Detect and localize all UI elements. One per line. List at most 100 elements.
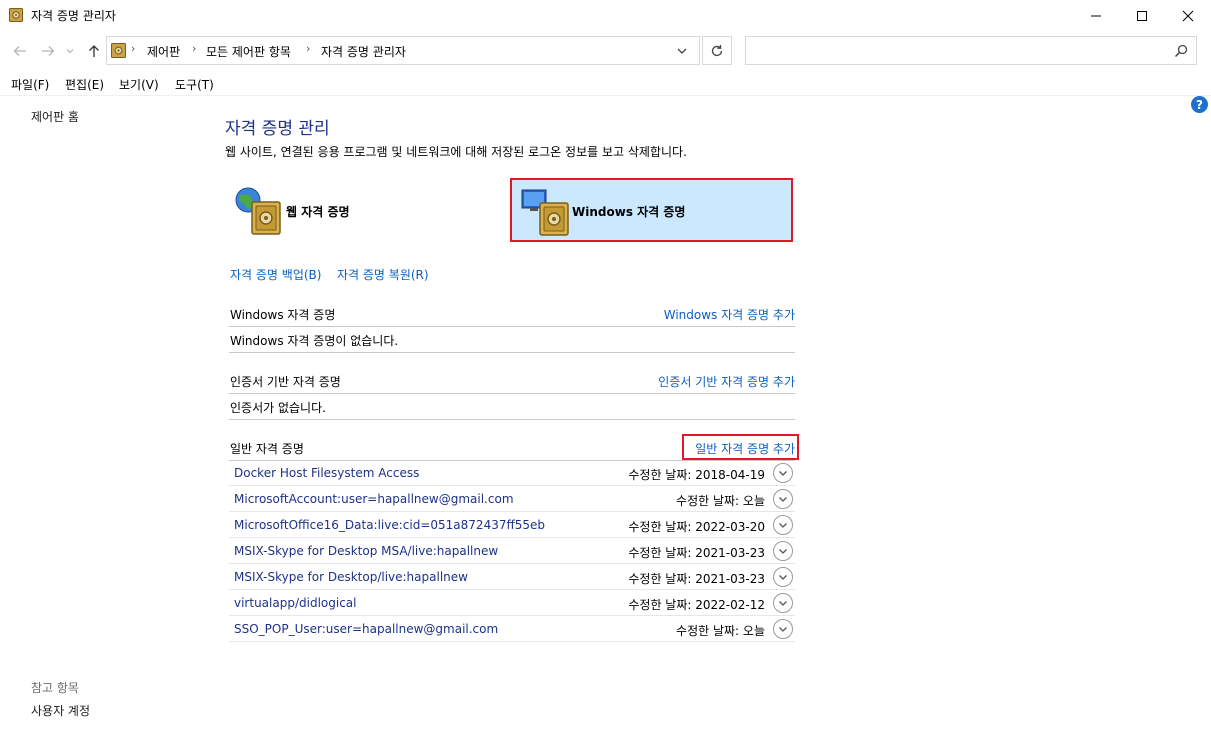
credential-name[interactable]: SSO_POP_User:user=hapallnew@gmail.com xyxy=(234,622,498,636)
help-icon[interactable]: ? xyxy=(1191,96,1208,113)
breadcrumb-credential-manager[interactable]: 자격 증명 관리자 xyxy=(321,43,406,60)
refresh-icon xyxy=(711,44,723,56)
chevron-down-icon xyxy=(779,601,787,606)
forward-button[interactable] xyxy=(39,42,57,60)
windows-credentials-section: Windows 자격 증명 Windows 자격 증명 추가 Windows 자… xyxy=(229,300,795,355)
breadcrumb-separator: › xyxy=(131,42,136,55)
certificate-credentials-section: 인증서 기반 자격 증명 인증서 기반 자격 증명 추가 인증서가 없습니다. xyxy=(229,367,795,422)
divider xyxy=(229,326,795,327)
expand-button[interactable] xyxy=(773,567,793,587)
divider xyxy=(0,95,1211,96)
chevron-down-icon xyxy=(779,627,787,632)
credential-manager-icon xyxy=(9,8,23,22)
modified-date: 수정한 날짜: 2021-03-23 xyxy=(628,546,765,560)
search-input[interactable] xyxy=(745,36,1197,65)
modified-date: 수정한 날짜: 2021-03-23 xyxy=(628,572,765,586)
backup-credentials-link[interactable]: 자격 증명 백업(B) xyxy=(230,266,321,283)
arrow-right-icon xyxy=(42,46,55,56)
navigation-bar: › 제어판 › 모든 제어판 항목 › 자격 증명 관리자 xyxy=(0,33,1211,69)
expand-button[interactable] xyxy=(773,515,793,535)
page-title: 자격 증명 관리 xyxy=(225,119,330,139)
windows-credentials-label: Windows 자격 증명 xyxy=(572,205,686,219)
add-certificate-credential-link[interactable]: 인증서 기반 자격 증명 추가 xyxy=(658,373,795,390)
control-panel-home-link[interactable]: 제어판 홈 xyxy=(31,108,79,125)
control-panel-icon xyxy=(111,43,126,58)
breadcrumb-control-panel[interactable]: 제어판 xyxy=(147,43,180,60)
chevron-down-icon xyxy=(779,523,787,528)
search-icon xyxy=(1174,44,1188,58)
section-title: 일반 자격 증명 xyxy=(230,442,304,456)
divider xyxy=(229,393,795,394)
empty-message: 인증서가 없습니다. xyxy=(230,401,326,415)
modified-date: 수정한 날짜: 오늘 xyxy=(676,494,765,508)
minimize-button[interactable] xyxy=(1073,0,1119,31)
credential-name[interactable]: MSIX-Skype for Desktop/live:hapallnew xyxy=(234,570,468,584)
windows-credentials-tile[interactable]: Windows 자격 증명 xyxy=(510,178,793,242)
back-button[interactable] xyxy=(11,42,29,60)
chevron-down-icon xyxy=(779,497,787,502)
chevron-down-icon xyxy=(779,471,787,476)
table-row[interactable]: MicrosoftAccount:user=hapallnew@gmail.co… xyxy=(229,486,795,512)
table-row[interactable]: MicrosoftOffice16_Data:live:cid=051a8724… xyxy=(229,512,795,538)
table-row[interactable]: SSO_POP_User:user=hapallnew@gmail.com 수정한… xyxy=(229,616,795,642)
modified-date: 수정한 날짜: 2022-02-12 xyxy=(628,598,765,612)
table-row[interactable]: Docker Host Filesystem Access 수정한 날짜: 201… xyxy=(229,460,795,486)
window-title: 자격 증명 관리자 xyxy=(31,9,116,23)
maximize-button[interactable] xyxy=(1119,0,1165,31)
menu-file[interactable]: 파일(F) xyxy=(11,76,49,93)
modified-date: 수정한 날짜: 오늘 xyxy=(676,624,765,638)
maximize-icon xyxy=(1137,10,1147,21)
add-windows-credential-link[interactable]: Windows 자격 증명 추가 xyxy=(664,306,795,323)
expand-button[interactable] xyxy=(773,489,793,509)
close-icon xyxy=(1182,10,1194,21)
table-row[interactable]: MSIX-Skype for Desktop/live:hapallnew 수정한… xyxy=(229,564,795,590)
menu-tools[interactable]: 도구(T) xyxy=(175,76,214,93)
refresh-button[interactable] xyxy=(702,36,732,65)
section-title: Windows 자격 증명 xyxy=(230,308,336,322)
page-description: 웹 사이트, 연결된 응용 프로그램 및 네트워크에 대해 저장된 로그온 정보… xyxy=(225,145,687,159)
arrow-left-icon xyxy=(13,46,26,56)
expand-button[interactable] xyxy=(773,541,793,561)
credential-name[interactable]: MicrosoftAccount:user=hapallnew@gmail.co… xyxy=(234,492,514,506)
close-button[interactable] xyxy=(1165,0,1211,31)
chevron-down-icon xyxy=(779,575,787,580)
divider xyxy=(229,419,795,420)
windows-credentials-icon xyxy=(521,189,569,236)
title-bar: 자격 증명 관리자 xyxy=(0,0,1211,31)
web-credentials-tile[interactable]: 웹 자격 증명 xyxy=(229,178,499,242)
divider xyxy=(229,352,795,353)
table-row[interactable]: virtualapp/didlogical 수정한 날짜: 2022-02-12 xyxy=(229,590,795,616)
web-credentials-label: 웹 자격 증명 xyxy=(286,205,350,219)
web-credentials-icon xyxy=(235,187,281,235)
up-button[interactable] xyxy=(85,42,103,60)
chevron-down-icon xyxy=(779,549,787,554)
modified-date: 수정한 날짜: 2022-03-20 xyxy=(628,520,765,534)
chevron-down-icon xyxy=(66,49,74,54)
credential-name[interactable]: MicrosoftOffice16_Data:live:cid=051a8724… xyxy=(234,518,545,532)
credential-name[interactable]: virtualapp/didlogical xyxy=(234,596,356,610)
user-accounts-link[interactable]: 사용자 계정 xyxy=(31,702,90,719)
breadcrumb-separator: › xyxy=(192,42,197,55)
table-row[interactable]: MSIX-Skype for Desktop MSA/live:hapallne… xyxy=(229,538,795,564)
empty-message: Windows 자격 증명이 없습니다. xyxy=(230,334,399,348)
expand-button[interactable] xyxy=(773,619,793,639)
section-title: 인증서 기반 자격 증명 xyxy=(230,375,341,389)
menu-view[interactable]: 보기(V) xyxy=(119,76,159,93)
expand-button[interactable] xyxy=(773,593,793,613)
arrow-up-icon xyxy=(89,45,99,57)
highlight-box xyxy=(682,434,799,460)
restore-credentials-link[interactable]: 자격 증명 복원(R) xyxy=(337,266,429,283)
menu-bar: 파일(F) 편집(E) 보기(V) 도구(T) xyxy=(0,72,1211,94)
address-bar[interactable]: › 제어판 › 모든 제어판 항목 › 자격 증명 관리자 xyxy=(106,36,700,65)
breadcrumb-all-items[interactable]: 모든 제어판 항목 xyxy=(206,43,291,60)
menu-edit[interactable]: 편집(E) xyxy=(65,76,104,93)
recent-locations-button[interactable] xyxy=(64,42,76,60)
breadcrumb-separator: › xyxy=(306,42,311,55)
chevron-down-icon[interactable] xyxy=(675,44,689,58)
minimize-icon xyxy=(1091,15,1101,16)
credential-name[interactable]: MSIX-Skype for Desktop MSA/live:hapallne… xyxy=(234,544,498,558)
expand-button[interactable] xyxy=(773,463,793,483)
modified-date: 수정한 날짜: 2018-04-19 xyxy=(628,468,765,482)
see-also-label: 참고 항목 xyxy=(31,681,79,695)
credential-name[interactable]: Docker Host Filesystem Access xyxy=(234,466,419,480)
